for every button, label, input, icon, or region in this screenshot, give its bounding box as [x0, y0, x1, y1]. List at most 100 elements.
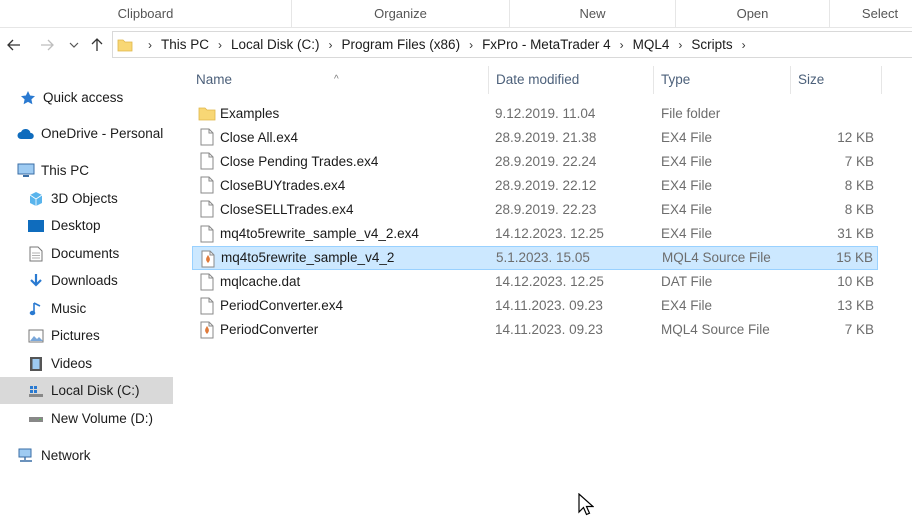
sidebar-item-network[interactable]: Network [0, 442, 173, 469]
file-date-modified: 28.9.2019. 22.23 [495, 201, 597, 217]
sort-ascending-icon: ^ [334, 74, 339, 85]
sidebar-item-music[interactable]: Music [0, 295, 173, 322]
sidebar-item-this-pc[interactable]: This PC [0, 157, 173, 184]
address-bar[interactable]: › This PC › Local Disk (C:) › Program Fi… [112, 31, 912, 58]
file-row[interactable]: mq4to5rewrite_sample_v4_2 5.1.2023. 15.05… [192, 245, 878, 270]
cloud-icon [17, 125, 35, 143]
file-size: 31 KB [837, 226, 874, 241]
file-size: 12 KB [837, 129, 874, 145]
breadcrumb-scripts[interactable]: Scripts [691, 37, 732, 52]
file-name: Close Pending Trades.ex4 [220, 153, 379, 169]
up-button[interactable] [86, 35, 108, 55]
file-row[interactable]: PeriodConverter.ex4 14.11.2023. 09.23 EX4 … [192, 294, 878, 318]
ribbon-group-organize[interactable]: Organize [292, 0, 510, 28]
breadcrumb-local-disk[interactable]: Local Disk (C:) [231, 37, 320, 52]
arrow-up-icon [91, 38, 103, 51]
sidebar-item-label: Local Disk (C:) [51, 383, 140, 398]
file-date-modified: 9.12.2019. 11.04 [495, 105, 596, 121]
column-header-size[interactable]: Size [791, 66, 882, 94]
file-icon [198, 297, 216, 315]
sidebar-item-label: Downloads [51, 273, 118, 288]
mql4-source-icon [199, 250, 217, 268]
sidebar-item-documents[interactable]: Documents [0, 240, 173, 267]
recent-locations-button[interactable] [63, 35, 85, 55]
sidebar-item-downloads[interactable]: Downloads [0, 267, 173, 294]
chevron-right-icon[interactable]: › [742, 38, 746, 52]
column-header-name[interactable]: Name ^ [181, 66, 489, 94]
file-date-modified: 14.11.2023. 09.23 [495, 298, 603, 314]
column-header-date-modified[interactable]: Date modified [489, 66, 654, 94]
breadcrumb-program-files[interactable]: Program Files (x86) [342, 37, 461, 52]
cube-icon [27, 190, 45, 208]
sidebar-item-quick-access[interactable]: Quick access [0, 84, 173, 111]
chevron-right-icon[interactable]: › [620, 38, 624, 52]
file-name: mq4to5rewrite_sample_v4_2 [221, 250, 395, 266]
file-list: Name ^ Date modified Type Size Examples 9… [181, 62, 912, 517]
ribbon: Clipboard Organize New Open Select [0, 0, 912, 28]
file-type: MQL4 Source File [662, 250, 771, 266]
ribbon-group-select[interactable]: Select [830, 0, 912, 28]
file-row[interactable]: mq4to5rewrite_sample_v4_2.ex4 14.12.2023.… [192, 222, 878, 246]
file-size: 15 KB [836, 250, 873, 266]
file-type: EX4 File [661, 177, 713, 193]
ribbon-group-clipboard[interactable]: Clipboard [0, 0, 292, 28]
drive-icon [27, 382, 45, 400]
ribbon-group-new[interactable]: New [510, 0, 676, 28]
breadcrumb-this-pc[interactable]: This PC [161, 37, 209, 52]
sidebar-item-videos[interactable]: Videos [0, 350, 173, 377]
chevron-right-icon[interactable]: › [329, 38, 333, 52]
sidebar-item-3d-objects[interactable]: 3D Objects [0, 185, 173, 212]
sidebar-item-label: Quick access [43, 90, 124, 105]
file-icon [198, 273, 216, 291]
chevron-down-icon [69, 42, 79, 48]
sidebar-item-onedrive[interactable]: OneDrive - Personal [0, 120, 173, 147]
sidebar-item-desktop[interactable]: Desktop [0, 212, 173, 239]
folder-icon [198, 104, 216, 122]
download-icon [27, 272, 45, 290]
file-icon [198, 128, 216, 146]
chevron-right-icon[interactable]: › [678, 38, 682, 52]
navigation-bar: › This PC › Local Disk (C:) › Program Fi… [0, 28, 912, 62]
file-row[interactable]: CloseBUYtrades.ex4 28.9.2019. 22.12 EX4 Fi… [192, 173, 878, 197]
file-row[interactable]: PeriodConverter 14.11.2023. 09.23 MQL4 Sou… [192, 318, 878, 342]
sidebar-item-local-disk-c[interactable]: Local Disk (C:) [0, 377, 173, 404]
chevron-right-icon: › [148, 37, 152, 52]
chevron-right-icon[interactable]: › [218, 38, 222, 52]
ribbon-group-open[interactable]: Open [676, 0, 830, 28]
sidebar-item-new-volume-d[interactable]: New Volume (D:) [0, 405, 173, 432]
file-name: PeriodConverter.ex4 [220, 298, 344, 314]
navigation-pane: Quick access OneDrive - Personal This PC… [0, 62, 173, 517]
mouse-cursor-icon [578, 493, 594, 516]
file-row[interactable]: Close All.ex4 28.9.2019. 21.38 EX4 File 12 … [192, 125, 878, 149]
file-type: File folder [661, 105, 721, 121]
chevron-right-icon[interactable]: › [469, 38, 473, 52]
file-name: PeriodConverter [220, 322, 319, 338]
sidebar-item-label: Pictures [51, 328, 100, 343]
sidebar-item-label: Desktop [51, 218, 101, 233]
file-row[interactable]: CloseSELLTrades.ex4 28.9.2019. 22.23 EX4 F… [192, 197, 878, 221]
sidebar-item-label: New Volume (D:) [51, 411, 154, 426]
file-name: mqlcache.dat [220, 274, 301, 290]
sidebar-item-pictures[interactable]: Pictures [0, 322, 173, 349]
breadcrumb-fxpro[interactable]: FxPro - MetaTrader 4 [482, 37, 611, 52]
file-type: EX4 File [661, 298, 713, 314]
file-row[interactable]: Examples 9.12.2019. 11.04 File folder [192, 101, 878, 125]
file-row[interactable]: Close Pending Trades.ex4 28.9.2019. 22.24… [192, 149, 878, 173]
file-size: 7 KB [844, 322, 874, 338]
file-date-modified: 28.9.2019. 22.12 [495, 177, 597, 193]
picture-icon [27, 327, 45, 345]
file-icon [198, 152, 216, 170]
forward-button[interactable] [36, 35, 58, 55]
network-icon [17, 447, 35, 465]
file-date-modified: 14.11.2023. 09.23 [495, 322, 603, 338]
file-row[interactable]: mqlcache.dat 14.12.2023. 12.25 DAT File 10 … [192, 270, 878, 294]
folder-icon [117, 39, 133, 51]
breadcrumb-mql4[interactable]: MQL4 [633, 37, 670, 52]
sidebar-item-label: Network [41, 448, 91, 463]
file-name: CloseSELLTrades.ex4 [220, 201, 354, 217]
file-size: 8 KB [844, 177, 874, 193]
file-icon [198, 225, 216, 243]
back-button[interactable] [3, 35, 25, 55]
sidebar-item-label: 3D Objects [51, 191, 118, 206]
column-header-type[interactable]: Type [654, 66, 791, 94]
